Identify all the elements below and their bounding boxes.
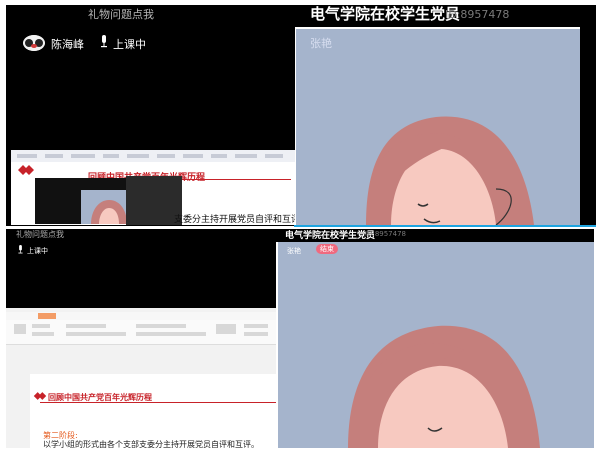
teacher-name: 陈海峰 (51, 38, 84, 51)
student-video-pane-bottom[interactable] (278, 242, 594, 448)
microphone-icon-bottom (18, 245, 23, 254)
room-id: ID:8957478 (445, 8, 510, 21)
document-toolbar (11, 150, 295, 162)
microphone-icon (101, 35, 107, 48)
student-avatar-illustration-bottom (348, 325, 540, 448)
screen-share-thumbnail[interactable]: 回顾中国共产党百年光辉历程 支委分主持开展党员自评和互评。 (11, 150, 295, 225)
ribbon-tab-active[interactable] (38, 313, 56, 319)
room-id-bottom: ID:8957478 (365, 230, 406, 238)
student-avatar-illustration (366, 116, 534, 225)
student-name: 张艳 (310, 37, 332, 50)
class-status-bottom: 上课中 (27, 247, 48, 255)
divider-line (294, 225, 596, 227)
right-sidebar (580, 27, 596, 226)
room-title-bottom: 电气学院在校学生党员 (285, 231, 376, 241)
student-name-bottom: 张艳 (287, 247, 301, 255)
class-status: 上课中 (113, 38, 146, 51)
shared-document-window[interactable] (6, 308, 276, 448)
document-banner-rule (40, 402, 276, 403)
teacher-avatar (23, 35, 45, 51)
document-body-text: 以学小组的形式由各个支部支委分主持开展党员自评和互评。 (43, 440, 259, 449)
party-emblem-icon-bottom (33, 392, 47, 400)
gift-issue-link[interactable]: 礼物问题点我 (88, 6, 154, 22)
ribbon-toolbar (6, 320, 276, 345)
room-title: 电气学院在校学生党员 (310, 5, 461, 23)
student-video-pane[interactable] (296, 29, 580, 225)
shared-doc-text: 支委分主持开展党员自评和互评。 (174, 215, 295, 225)
party-emblem-icon (18, 165, 34, 175)
gift-issue-link-bottom[interactable]: 礼物问题点我 (16, 229, 64, 240)
end-button[interactable]: 结束 (316, 244, 338, 254)
